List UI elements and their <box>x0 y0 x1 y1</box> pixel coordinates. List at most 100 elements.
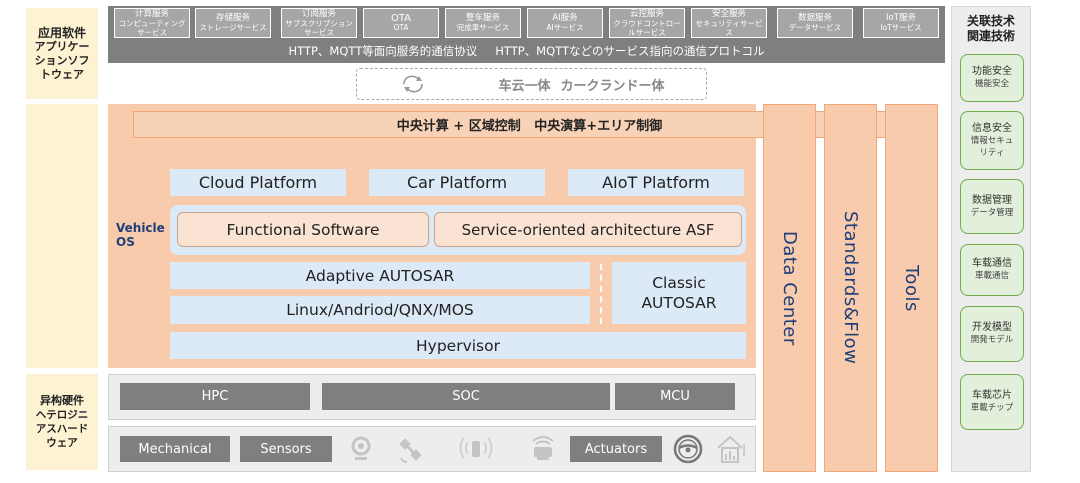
app-software-label-jp: アプリケーションソフトウェア <box>34 39 90 81</box>
classic-autosar-line2: AUTOSAR <box>641 294 717 312</box>
service-label: 数据服务 <box>797 13 832 23</box>
tech-item-zh: 车载通信 <box>972 258 1012 269</box>
vehicle-os-left-strip <box>26 104 98 368</box>
chip-soc: SOC <box>322 383 610 410</box>
related-tech-title-zh: 关联技术 <box>966 14 1015 28</box>
car-platform-label: Car Platform <box>406 173 508 192</box>
camera-icon <box>351 436 371 460</box>
data-center-column: Data Center <box>763 104 816 472</box>
data-center-label: Data Center <box>779 230 800 346</box>
adaptive-autosar-label: Adaptive AUTOSAR <box>305 266 455 285</box>
house-signal-icon <box>717 435 745 463</box>
compute-bar-text: 中央计算 + 区域控制 中央演算+エリア制御 <box>396 119 663 134</box>
car-cloud-jp: カークランドー体 <box>560 78 665 94</box>
actuators-label: Actuators <box>584 441 648 457</box>
mechanical-label: Mechanical <box>138 441 212 457</box>
service-label: 整车服务 <box>465 13 500 23</box>
satellite-icon <box>399 438 422 463</box>
service-label-jp: クラウドコントロールサービス <box>613 18 681 37</box>
functional-software: Functional Software <box>177 212 429 247</box>
service-label: 计算服务 <box>134 8 169 19</box>
app-software-label-zh: 应用软件 <box>37 25 86 40</box>
vehicle-os-label-line1: Vehicle <box>116 221 165 235</box>
service-label-jp: ストレージサービス <box>199 23 267 32</box>
service-label-jp: OTA <box>393 23 409 32</box>
hypervisor: Hypervisor <box>170 332 746 359</box>
service-label: 云控服务 <box>629 8 664 19</box>
tech-item-zh: 车载芯片 <box>972 390 1012 401</box>
classic-autosar: Classic AUTOSAR <box>612 262 746 324</box>
aiot-platform-label: AIoT Platform <box>602 173 710 192</box>
chip-hpc-label: HPC <box>201 389 229 404</box>
tech-item-dev-model: 开发模型 開発モデル <box>960 306 1024 362</box>
actuators-box: Actuators <box>570 436 662 462</box>
service-label: OTA <box>390 13 412 24</box>
tech-item-zh: 数据管理 <box>972 194 1012 206</box>
tech-item-jp: データ管理 <box>970 207 1014 218</box>
app-software-label: 应用软件 アプリケーションソフトウェア <box>26 8 98 99</box>
chip-hpc: HPC <box>120 383 310 410</box>
service-label: 订阅服务 <box>301 8 336 19</box>
tools-column: Tools <box>885 104 938 472</box>
service-label-jp: データサービス <box>788 23 842 32</box>
service-label: AI服务 <box>552 13 578 23</box>
tech-item-vehicle-chip: 车载芯片 車載チップ <box>960 374 1024 430</box>
car-platform: Car Platform <box>369 169 545 196</box>
linux-layer: Linux/Andriod/QNX/MOS <box>170 296 590 324</box>
service-label-jp: コンピューティングサービス <box>118 18 186 37</box>
tech-item-zh: 信息安全 <box>972 122 1012 134</box>
hetero-hardware-label-zh: 异构硬件 <box>40 394 84 407</box>
service-compute: 计算服务 コンピューティングサービス <box>114 8 190 38</box>
cloud-platform-label: Cloud Platform <box>198 173 318 192</box>
service-label: 存储服务 <box>215 13 250 23</box>
tech-item-functional-safety: 功能安全 機能安全 <box>960 54 1024 102</box>
divider-dashed <box>600 264 602 324</box>
tech-item-data-management: 数据管理 データ管理 <box>960 179 1024 234</box>
standards-flow-label: Standards&Flow <box>840 211 861 365</box>
standards-flow-column: Standards&Flow <box>824 104 877 472</box>
tech-item-jp: 開発モデル <box>970 335 1014 345</box>
service-label-jp: セキュリティサービス <box>695 18 763 37</box>
service-vehicle: 整车服务 完成車サービス <box>445 8 521 38</box>
service-label: IoT服务 <box>886 13 916 23</box>
soa-software: Service-oriented architecture ASF <box>434 212 742 247</box>
service-label-jp: IoTサービス <box>880 23 922 32</box>
tech-item-zh: 功能安全 <box>972 66 1012 77</box>
service-data: 数据服务 データサービス <box>777 8 853 38</box>
protocol-zh: HTTP、MQTT等面向服务的通信协议 <box>288 44 478 58</box>
classic-autosar-line1: Classic <box>652 274 706 292</box>
sync-icon <box>403 75 424 93</box>
related-tech-title-jp: 関連技術 <box>966 29 1015 43</box>
service-iot: IoT服务 IoTサービス <box>863 8 939 38</box>
tech-item-vehicle-comm: 车载通信 車載通信 <box>960 244 1024 296</box>
sensors-box: Sensors <box>240 436 332 462</box>
service-ota: OTA OTA <box>363 8 439 38</box>
vehicle-os-label: Vehicle OS <box>116 221 170 253</box>
tech-item-jp: 機能安全 <box>974 79 1009 89</box>
soa-software-label: Service-oriented architecture ASF <box>461 220 715 239</box>
tech-item-jp: 車載チップ <box>970 403 1014 413</box>
service-label-jp: AIサービス <box>546 23 584 32</box>
radar-icon <box>459 437 493 459</box>
related-tech-title: 关联技术 関連技術 <box>951 12 1031 46</box>
service-storage: 存储服务 ストレージサービス <box>195 8 271 38</box>
service-label-jp: サブスクリプションサービス <box>285 18 353 37</box>
car-cloud-zh: 车云一体 <box>498 78 551 94</box>
lidar-icon <box>532 436 554 460</box>
aiot-platform: AIoT Platform <box>568 169 744 196</box>
service-label-jp: 完成車サービス <box>456 23 510 32</box>
vehicle-os-label-line2: OS <box>116 235 135 249</box>
chip-mcu-label: MCU <box>660 389 690 404</box>
service-label: 安全服务 <box>711 8 746 19</box>
protocol-jp: HTTP、MQTTなどのサービス指向の通信プロトコル <box>495 44 765 58</box>
service-ai: AI服务 AIサービス <box>527 8 603 38</box>
functional-software-label: Functional Software <box>226 220 380 239</box>
chip-soc-label: SOC <box>452 389 480 404</box>
hypervisor-label: Hypervisor <box>416 336 500 355</box>
chip-mcu: MCU <box>615 383 735 410</box>
steering-wheel-icon <box>673 434 703 464</box>
hetero-hardware-label-jp: ヘテロジニアスハードウェア <box>35 409 89 449</box>
linux-layer-label: Linux/Andriod/QNX/MOS <box>286 301 474 319</box>
tech-item-jp: 情報セキュリティ <box>970 135 1014 158</box>
service-subscription: 订阅服务 サブスクリプションサービス <box>281 8 357 38</box>
